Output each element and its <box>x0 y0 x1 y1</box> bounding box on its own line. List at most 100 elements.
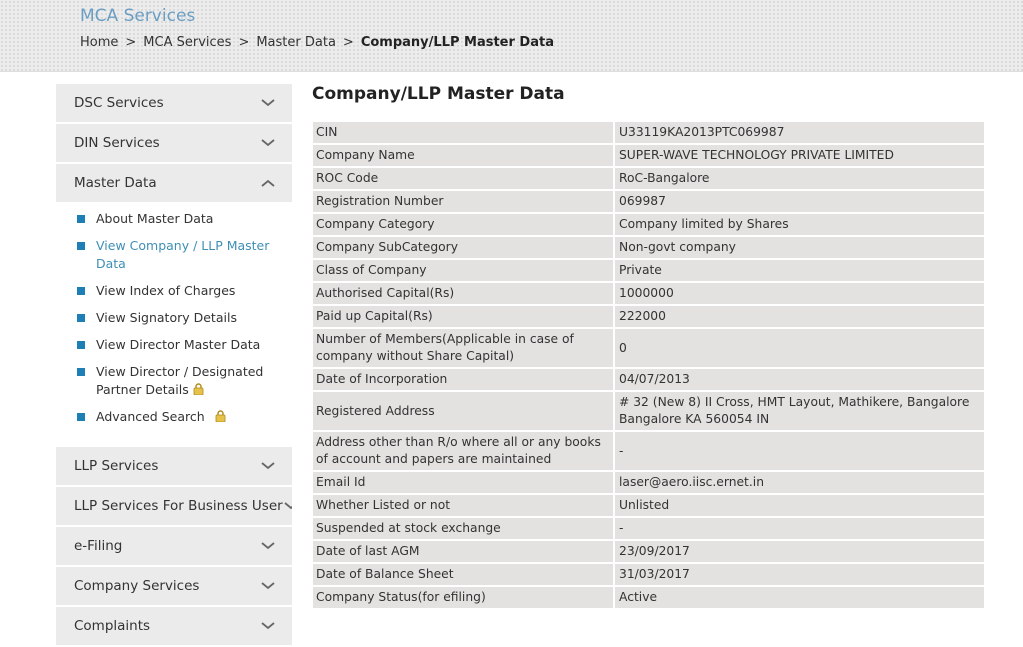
submenu-label: About Master Data <box>96 211 214 226</box>
menu-llp-services-business-user[interactable]: LLP Services For Business User <box>56 487 292 525</box>
chevron-down-icon <box>260 581 276 591</box>
square-bullet-icon <box>77 368 85 376</box>
breadcrumb: Home > MCA Services > Master Data > Comp… <box>80 35 554 50</box>
row-label: Suspended at stock exchange <box>313 518 615 539</box>
chevron-up-icon <box>260 178 276 188</box>
table-row: Company Name SUPER-WAVE TECHNOLOGY PRIVAT… <box>313 145 984 166</box>
table-row: Email Id laser@aero.iisc.ernet.in <box>313 472 984 493</box>
row-label: Address other than R/o where all or any … <box>313 432 615 470</box>
row-label: Email Id <box>313 472 615 493</box>
breadcrumb-separator: > <box>125 35 137 50</box>
row-label: Whether Listed or not <box>313 495 615 516</box>
chevron-down-icon <box>283 501 292 511</box>
row-label: Registration Number <box>313 191 615 212</box>
table-row: Whether Listed or not Unlisted <box>313 495 984 516</box>
submenu-view-signatory-details[interactable]: View Signatory Details <box>56 309 292 327</box>
row-value: 0 <box>615 329 984 367</box>
row-value: Unlisted <box>615 495 984 516</box>
submenu-label: View Index of Charges <box>96 283 236 298</box>
lock-icon <box>215 409 226 423</box>
table-row: Company Status(for efiling) Active <box>313 587 984 608</box>
square-bullet-icon <box>77 314 85 322</box>
chevron-down-icon <box>260 621 276 631</box>
row-value: # 32 (New 8) II Cross, HMT Layout, Mathi… <box>615 392 984 430</box>
row-label: Number of Members(Applicable in case of … <box>313 329 615 367</box>
menu-label: LLP Services For Business User <box>74 498 283 514</box>
row-label: CIN <box>313 122 615 143</box>
menu-label: Complaints <box>74 618 151 634</box>
table-row: Address other than R/o where all or any … <box>313 432 984 470</box>
menu-master-data[interactable]: Master Data <box>56 164 292 202</box>
row-label: Class of Company <box>313 260 615 281</box>
square-bullet-icon <box>77 215 85 223</box>
submenu-view-index-of-charges[interactable]: View Index of Charges <box>56 282 292 300</box>
table-row: CIN U33119KA2013PTC069987 <box>313 122 984 143</box>
row-value: 069987 <box>615 191 984 212</box>
header-band: MCA Services Home > MCA Services > Maste… <box>0 0 1023 72</box>
chevron-down-icon <box>260 98 276 108</box>
submenu-advanced-search[interactable]: Advanced Search <box>56 408 292 426</box>
breadcrumb-current: Company/LLP Master Data <box>360 35 554 50</box>
menu-dsc-services[interactable]: DSC Services <box>56 84 292 122</box>
menu-label: e-Filing <box>74 538 123 554</box>
breadcrumb-separator: > <box>238 35 250 50</box>
menu-label: DIN Services <box>74 135 160 151</box>
square-bullet-icon <box>77 341 85 349</box>
submenu-label: View Director Master Data <box>96 337 261 352</box>
menu-complaints[interactable]: Complaints <box>56 607 292 645</box>
menu-label: Master Data <box>74 175 157 191</box>
menu-company-services[interactable]: Company Services <box>56 567 292 605</box>
table-row: Registered Address # 32 (New 8) II Cross,… <box>313 392 984 430</box>
row-label: ROC Code <box>313 168 615 189</box>
submenu-about-master-data[interactable]: About Master Data <box>56 210 292 228</box>
row-value: U33119KA2013PTC069987 <box>615 122 984 143</box>
row-value: laser@aero.iisc.ernet.in <box>615 472 984 493</box>
submenu-view-director-partner-details[interactable]: View Director / Designated Partner Detai… <box>56 363 292 399</box>
row-value: - <box>615 518 984 539</box>
master-data-submenu: About Master Data View Company / LLP Mas… <box>56 204 292 443</box>
menu-label: Company Services <box>74 578 200 594</box>
row-label: Company Status(for efiling) <box>313 587 615 608</box>
chevron-down-icon <box>260 461 276 471</box>
table-row: Company Category Company limited by Share… <box>313 214 984 235</box>
row-value: 1000000 <box>615 283 984 304</box>
breadcrumb-mca-services[interactable]: MCA Services <box>143 35 231 50</box>
menu-label: LLP Services <box>74 458 159 474</box>
table-row: Paid up Capital(Rs) 222000 <box>313 306 984 327</box>
table-row: Date of last AGM 23/09/2017 <box>313 541 984 562</box>
table-row: Registration Number 069987 <box>313 191 984 212</box>
table-row: ROC Code RoC-Bangalore <box>313 168 984 189</box>
submenu-label: Advanced Search <box>96 409 205 424</box>
row-value: Non-govt company <box>615 237 984 258</box>
table-row: Number of Members(Applicable in case of … <box>313 329 984 367</box>
menu-din-services[interactable]: DIN Services <box>56 124 292 162</box>
row-label: Authorised Capital(Rs) <box>313 283 615 304</box>
submenu-label: View Signatory Details <box>96 310 237 325</box>
master-data-table: CIN U33119KA2013PTC069987 Company Name SUP… <box>313 120 984 610</box>
chevron-down-icon <box>260 541 276 551</box>
row-value: 23/09/2017 <box>615 541 984 562</box>
breadcrumb-master-data[interactable]: Master Data <box>256 35 336 50</box>
table-row: Authorised Capital(Rs) 1000000 <box>313 283 984 304</box>
table-row: Date of Balance Sheet 31/03/2017 <box>313 564 984 585</box>
sidebar: DSC Services DIN Services Master Data Ab… <box>56 84 292 647</box>
chevron-down-icon <box>260 138 276 148</box>
row-label: Company Category <box>313 214 615 235</box>
row-label: Company SubCategory <box>313 237 615 258</box>
square-bullet-icon <box>77 287 85 295</box>
submenu-view-director-master-data[interactable]: View Director Master Data <box>56 336 292 354</box>
page-title: Company/LLP Master Data <box>312 84 565 104</box>
row-label: Date of last AGM <box>313 541 615 562</box>
row-value: Active <box>615 587 984 608</box>
site-title[interactable]: MCA Services <box>80 6 195 26</box>
breadcrumb-home[interactable]: Home <box>80 35 118 50</box>
menu-llp-services[interactable]: LLP Services <box>56 447 292 485</box>
row-value: SUPER-WAVE TECHNOLOGY PRIVATE LIMITED <box>615 145 984 166</box>
row-label: Registered Address <box>313 392 615 430</box>
row-value: RoC-Bangalore <box>615 168 984 189</box>
submenu-view-company-llp-master-data[interactable]: View Company / LLP Master Data <box>56 237 292 273</box>
table-row: Class of Company Private <box>313 260 984 281</box>
menu-e-filing[interactable]: e-Filing <box>56 527 292 565</box>
row-label: Date of Incorporation <box>313 369 615 390</box>
square-bullet-icon <box>77 242 85 250</box>
